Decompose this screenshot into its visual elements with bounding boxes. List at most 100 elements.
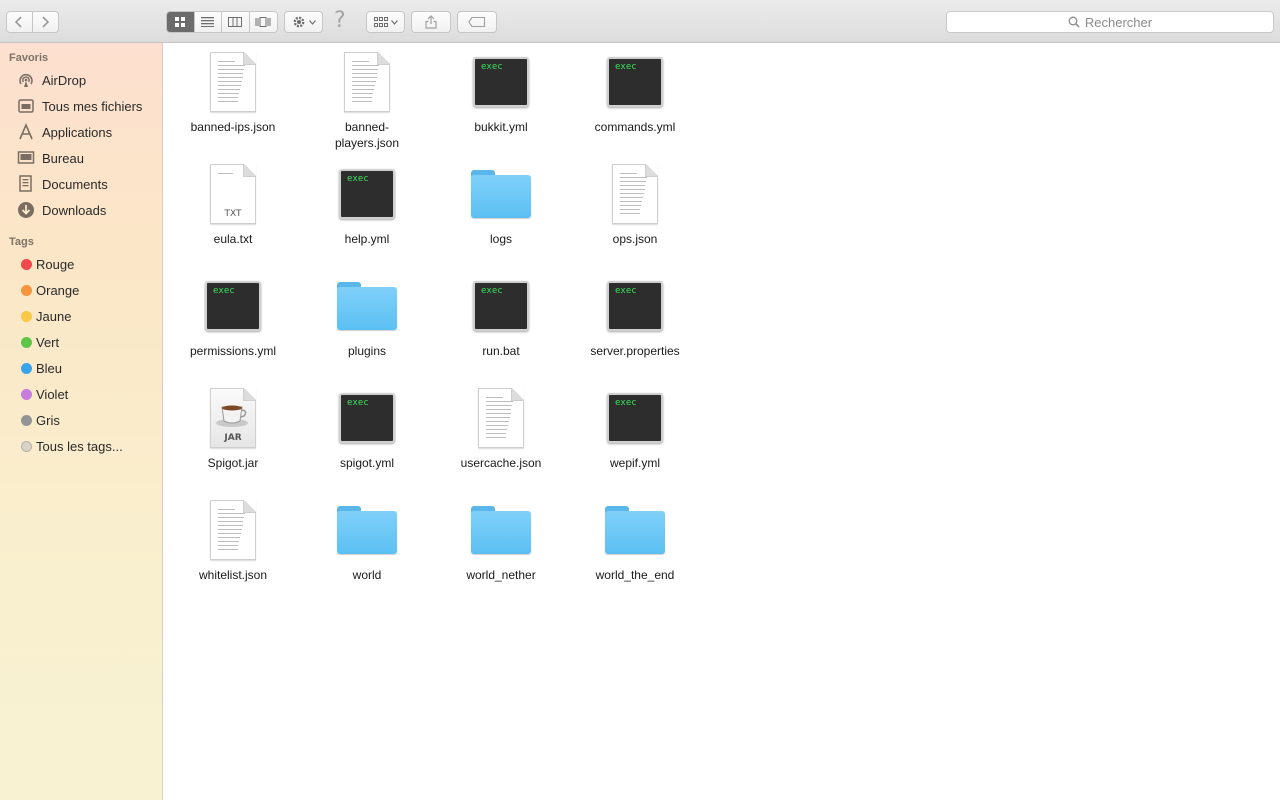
file-item[interactable]: exec bukkit.yml bbox=[434, 50, 568, 160]
exec-label: exec bbox=[347, 398, 369, 408]
tag-color-dot bbox=[21, 258, 32, 270]
file-item[interactable]: whitelist.json bbox=[166, 498, 300, 608]
sidebar-item-documents[interactable]: Documents bbox=[16, 174, 108, 194]
file-name: banned- players.json bbox=[334, 120, 400, 150]
file-item[interactable]: ops.json bbox=[568, 162, 702, 272]
exec-label: exec bbox=[481, 62, 503, 72]
executable-file-icon: exec bbox=[603, 50, 667, 114]
file-item[interactable]: exec run.bat bbox=[434, 274, 568, 384]
file-name: usercache.json bbox=[460, 456, 542, 470]
sidebar-tag-item[interactable]: Bleu bbox=[16, 358, 62, 378]
sidebar-item-desktop[interactable]: Bureau bbox=[16, 148, 84, 168]
file-name: plugins bbox=[347, 344, 387, 358]
columns-icon bbox=[228, 17, 243, 27]
exec-label: exec bbox=[615, 286, 637, 296]
folder-icon bbox=[469, 162, 533, 226]
file-item[interactable]: exec help.yml bbox=[300, 162, 434, 272]
file-item[interactable]: world bbox=[300, 498, 434, 608]
sidebar-tag-item[interactable]: Orange bbox=[16, 280, 79, 300]
sidebar-tag-item[interactable]: Tous les tags... bbox=[16, 436, 123, 456]
file-item[interactable]: banned-ips.json bbox=[166, 50, 300, 160]
file-item[interactable]: TXT eula.txt bbox=[166, 162, 300, 272]
arrange-menu-button[interactable] bbox=[366, 11, 405, 33]
applications-icon bbox=[16, 123, 36, 141]
tag-icon bbox=[468, 17, 486, 27]
tag-color-dot bbox=[21, 440, 32, 452]
back-button[interactable] bbox=[7, 12, 33, 32]
sidebar-tag-item[interactable]: Violet bbox=[16, 384, 68, 404]
share-button[interactable] bbox=[411, 11, 451, 33]
sidebar-item-label: Vert bbox=[36, 334, 60, 350]
document-file-icon bbox=[603, 162, 667, 226]
jar-badge: JAR bbox=[224, 433, 242, 443]
file-name: wepif.yml bbox=[609, 456, 660, 470]
sidebar-tag-item[interactable]: Rouge bbox=[16, 254, 74, 274]
file-item[interactable]: exec permissions.yml bbox=[166, 274, 300, 384]
help-icon[interactable]: ? bbox=[334, 8, 346, 33]
tag-color-dot bbox=[21, 336, 32, 348]
file-item[interactable]: exec commands.yml bbox=[568, 50, 702, 160]
exec-label: exec bbox=[615, 398, 637, 408]
chevron-left-icon bbox=[15, 16, 22, 28]
search-placeholder: Rechercher bbox=[1084, 14, 1153, 30]
file-name: eula.txt bbox=[213, 232, 253, 246]
file-item[interactable]: banned- players.json bbox=[300, 50, 434, 160]
sidebar-item-downloads[interactable]: Downloads bbox=[16, 200, 106, 220]
desktop-icon bbox=[16, 149, 36, 167]
folder-icon bbox=[335, 498, 399, 562]
coffee-cup-icon bbox=[216, 405, 248, 427]
file-name: world_nether bbox=[466, 568, 536, 582]
tag-color-dot bbox=[21, 388, 32, 400]
share-icon bbox=[425, 15, 437, 29]
grid-icon bbox=[175, 17, 186, 27]
forward-button[interactable] bbox=[33, 12, 58, 32]
file-item[interactable]: JAR Spigot.jar bbox=[166, 386, 300, 496]
file-item[interactable]: world_nether bbox=[434, 498, 568, 608]
chevron-right-icon bbox=[42, 16, 50, 28]
file-item[interactable]: plugins bbox=[300, 274, 434, 384]
file-name: bukkit.yml bbox=[474, 120, 528, 134]
file-icon-grid: banned-ips.json banned- players.json exec b… bbox=[163, 43, 1280, 800]
file-name: spigot.yml bbox=[339, 456, 395, 470]
file-item[interactable]: usercache.json bbox=[434, 386, 568, 496]
exec-label: exec bbox=[481, 286, 503, 296]
sidebar-tag-item[interactable]: Gris bbox=[16, 410, 60, 430]
favorites-header: Favoris bbox=[9, 52, 49, 64]
file-name: world bbox=[352, 568, 382, 582]
exec-label: exec bbox=[347, 174, 369, 184]
sidebar-item-applications[interactable]: Applications bbox=[16, 122, 112, 142]
sidebar-item-all-files[interactable]: Tous mes fichiers bbox=[16, 96, 142, 116]
sidebar-item-label: Downloads bbox=[42, 202, 107, 218]
column-view-button[interactable] bbox=[222, 12, 250, 32]
document-file-icon bbox=[201, 50, 265, 114]
navigation-buttons bbox=[6, 11, 59, 33]
file-item[interactable]: world_the_end bbox=[568, 498, 702, 608]
sidebar-item-label: Tous mes fichiers bbox=[42, 98, 143, 114]
file-name: permissions.yml bbox=[189, 344, 276, 358]
sidebar-item-airdrop[interactable]: AirDrop bbox=[16, 70, 86, 90]
file-item[interactable]: logs bbox=[434, 162, 568, 272]
sidebar-tag-item[interactable]: Jaune bbox=[16, 306, 71, 326]
sidebar: Favoris AirDrop Tous mes fichiers Applic… bbox=[0, 43, 163, 800]
folder-icon bbox=[469, 498, 533, 562]
action-menu-button[interactable] bbox=[284, 11, 323, 33]
cover-flow-view-button[interactable] bbox=[250, 12, 277, 32]
gear-icon bbox=[293, 16, 304, 28]
file-name: server.properties bbox=[590, 344, 680, 358]
file-name: commands.yml bbox=[594, 120, 676, 134]
file-name: world_the_end bbox=[595, 568, 675, 582]
file-item[interactable]: exec wepif.yml bbox=[568, 386, 702, 496]
sidebar-item-label: Violet bbox=[36, 386, 69, 402]
document-file-icon bbox=[335, 50, 399, 114]
list-view-button[interactable] bbox=[195, 12, 222, 32]
file-item[interactable]: exec server.properties bbox=[568, 274, 702, 384]
edit-tags-button[interactable] bbox=[457, 11, 497, 33]
document-file-icon bbox=[201, 498, 265, 562]
tags-header: Tags bbox=[9, 236, 34, 248]
sidebar-item-label: Rouge bbox=[36, 256, 75, 272]
file-item[interactable]: exec spigot.yml bbox=[300, 386, 434, 496]
sidebar-tag-item[interactable]: Vert bbox=[16, 332, 59, 352]
icon-view-button[interactable] bbox=[167, 12, 195, 32]
sidebar-item-label: Orange bbox=[36, 282, 80, 298]
search-field[interactable]: Rechercher bbox=[946, 11, 1274, 33]
